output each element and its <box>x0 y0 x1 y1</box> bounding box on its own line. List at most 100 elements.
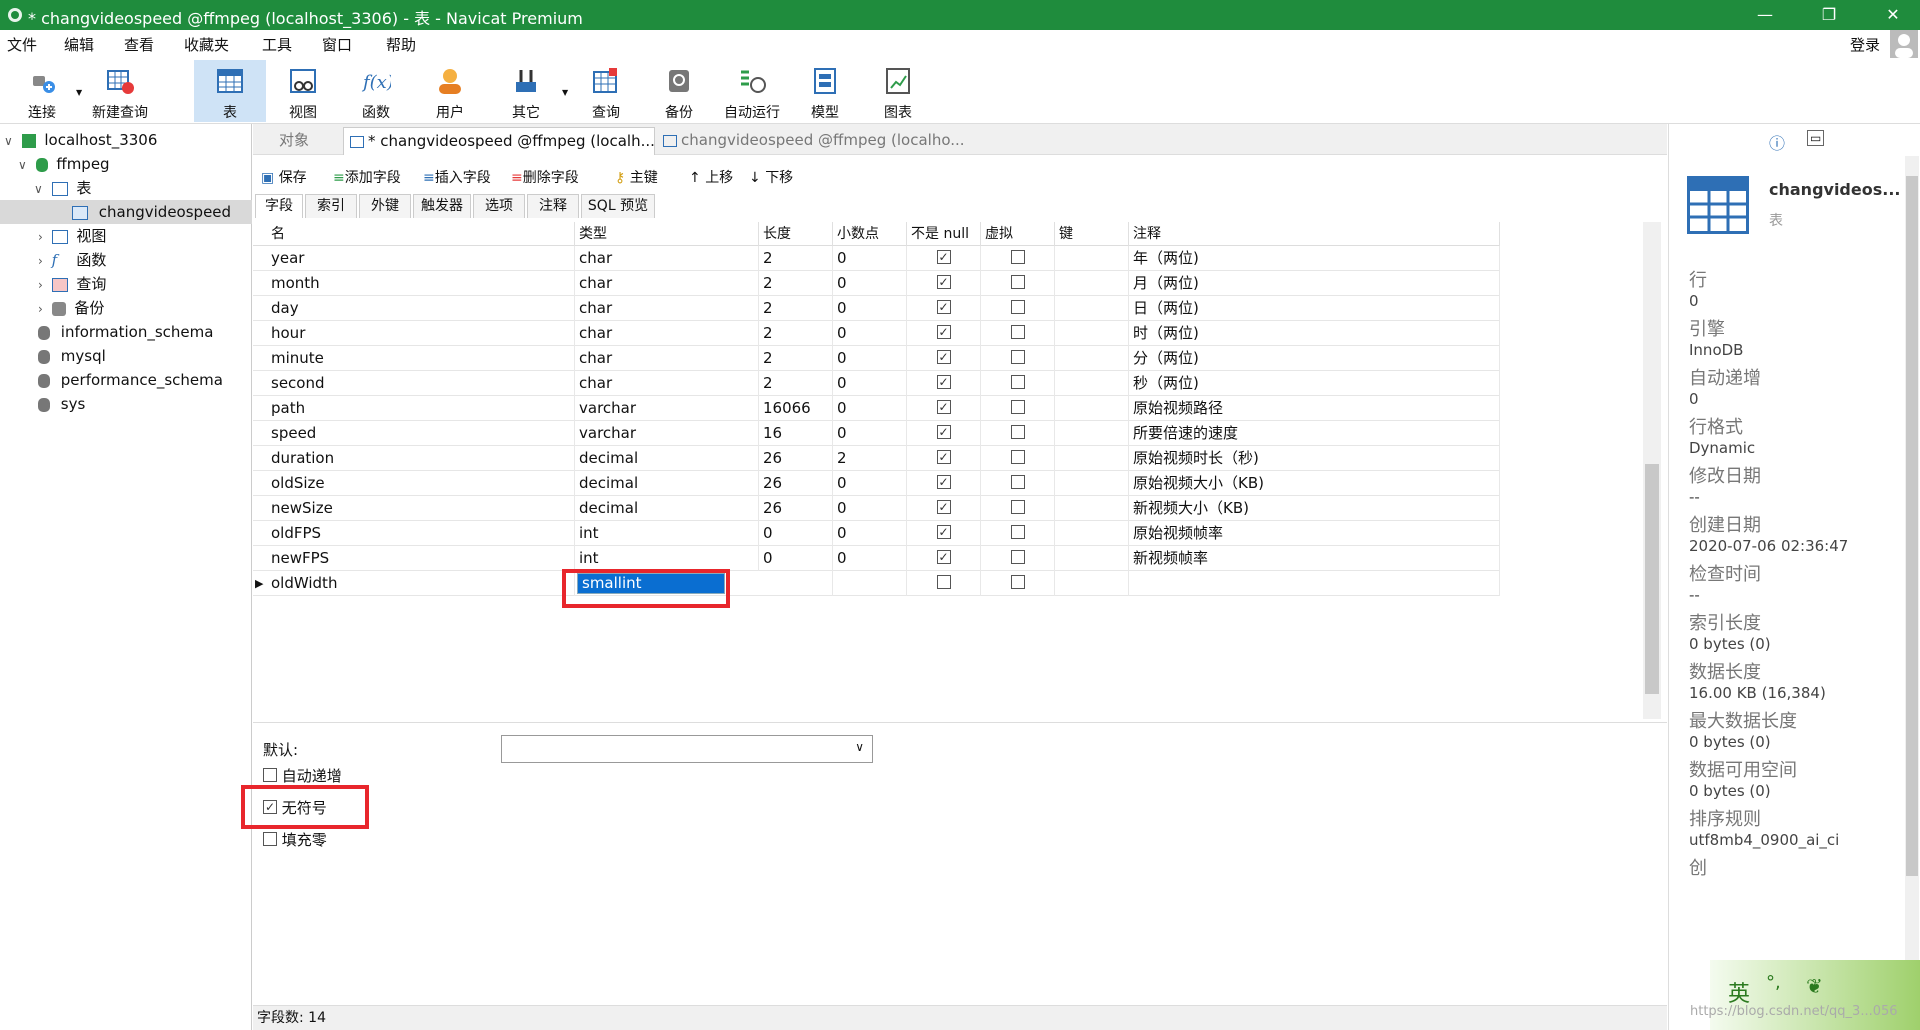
cell-decimals[interactable] <box>833 571 907 596</box>
cell-virtual[interactable] <box>981 546 1055 571</box>
cell-virtual[interactable] <box>981 571 1055 596</box>
cell-decimals[interactable]: 0 <box>833 246 907 271</box>
cell-not-null[interactable]: ✓ <box>907 246 981 271</box>
cell-decimals[interactable]: 0 <box>833 321 907 346</box>
tree-tables-group[interactable]: ∨ 表 <box>34 176 250 200</box>
cell-comment[interactable]: 原始视频时长（秒) <box>1129 446 1500 471</box>
cell-type[interactable]: char <box>575 271 759 296</box>
cell-key[interactable] <box>1055 471 1129 496</box>
table-row[interactable]: newFPS int 0 0 ✓ 新视频帧率 <box>253 546 1500 571</box>
tree-db-sys[interactable]: sys <box>38 392 250 416</box>
backup-button[interactable]: 备份 <box>643 60 715 122</box>
col-length[interactable]: 长度 <box>759 222 833 246</box>
table-row[interactable]: day char 2 0 ✓ 日（两位) <box>253 296 1500 321</box>
cell-virtual[interactable] <box>981 471 1055 496</box>
chevron-down-icon[interactable]: ▼ <box>562 88 568 97</box>
col-comment[interactable]: 注释 <box>1129 222 1500 246</box>
move-down-button[interactable]: ↓ 下移 <box>749 167 793 187</box>
cell-length[interactable]: 26 <box>759 446 833 471</box>
cell-comment[interactable]: 新视频大小（KB) <box>1129 496 1500 521</box>
cell-virtual[interactable] <box>981 396 1055 421</box>
cell-name[interactable]: year <box>267 246 575 271</box>
tree-connection[interactable]: ∨ localhost_3306 <box>4 128 250 152</box>
tree-database[interactable]: ∨ ffmpeg <box>18 152 250 176</box>
table-row[interactable]: newSize decimal 26 0 ✓ 新视频大小（KB) <box>253 496 1500 521</box>
cell-length[interactable]: 0 <box>759 546 833 571</box>
save-button[interactable]: ▣ 保存 <box>261 167 307 187</box>
cell-key[interactable] <box>1055 346 1129 371</box>
connect-button[interactable]: 连接 <box>6 60 78 122</box>
cell-name[interactable]: oldSize <box>267 471 575 496</box>
auto-increment-checkbox[interactable]: 自动递增 <box>263 765 342 786</box>
cell-type[interactable]: decimal <box>575 471 759 496</box>
cell-name[interactable]: newFPS <box>267 546 575 571</box>
user-button[interactable]: 用户 <box>414 60 486 122</box>
ddl-icon[interactable]: ▭ <box>1807 130 1825 146</box>
col-name[interactable]: 名 <box>267 222 575 246</box>
cell-length[interactable]: 2 <box>759 246 833 271</box>
cell-name[interactable]: second <box>267 371 575 396</box>
chevron-right-icon[interactable]: › <box>38 278 43 292</box>
table-row[interactable]: minute char 2 0 ✓ 分（两位) <box>253 346 1500 371</box>
cell-virtual[interactable] <box>981 421 1055 446</box>
cell-type[interactable]: varchar <box>575 421 759 446</box>
model-button[interactable]: 模型 <box>789 60 861 122</box>
cell-key[interactable] <box>1055 496 1129 521</box>
cell-key[interactable] <box>1055 521 1129 546</box>
table-row[interactable]: path varchar 16066 0 ✓ 原始视频路径 <box>253 396 1500 421</box>
cell-virtual[interactable] <box>981 521 1055 546</box>
cell-virtual[interactable] <box>981 296 1055 321</box>
subtab-options[interactable]: 选项 <box>473 194 525 218</box>
subtab-foreign-keys[interactable]: 外键 <box>359 194 411 218</box>
cell-type[interactable]: decimal <box>575 446 759 471</box>
view-button[interactable]: 视图 <box>267 60 339 122</box>
tree-table-changvideospeed[interactable]: changvideospeed <box>0 200 252 224</box>
cell-name[interactable]: duration <box>267 446 575 471</box>
table-row[interactable]: month char 2 0 ✓ 月（两位) <box>253 271 1500 296</box>
cell-key[interactable] <box>1055 421 1129 446</box>
col-type[interactable]: 类型 <box>575 222 759 246</box>
cell-length[interactable]: 26 <box>759 496 833 521</box>
cell-decimals[interactable]: 0 <box>833 271 907 296</box>
cell-decimals[interactable]: 0 <box>833 396 907 421</box>
cell-length[interactable]: 0 <box>759 521 833 546</box>
cell-virtual[interactable] <box>981 446 1055 471</box>
tab-table-design-active[interactable]: * changvideospeed @ffmpeg (localh... <box>343 127 655 155</box>
cell-decimals[interactable]: 0 <box>833 471 907 496</box>
tree-db-mysql[interactable]: mysql <box>38 344 250 368</box>
cell-decimals[interactable]: 0 <box>833 296 907 321</box>
cell-virtual[interactable] <box>981 346 1055 371</box>
move-up-button[interactable]: ↑ 上移 <box>689 167 733 187</box>
maximize-button[interactable]: ❐ <box>1806 0 1852 30</box>
cell-type[interactable]: varchar <box>575 396 759 421</box>
table-row[interactable]: second char 2 0 ✓ 秒（两位) <box>253 371 1500 396</box>
cell-comment[interactable]: 日（两位) <box>1129 296 1500 321</box>
cell-length[interactable]: 2 <box>759 271 833 296</box>
cell-length[interactable] <box>759 571 833 596</box>
menu-favorites[interactable]: 收藏夹 <box>184 34 229 55</box>
cell-key[interactable] <box>1055 396 1129 421</box>
cell-decimals[interactable]: 0 <box>833 521 907 546</box>
subtab-fields[interactable]: 字段 <box>255 194 303 218</box>
cell-type[interactable]: int <box>575 521 759 546</box>
primary-key-button[interactable]: ⚷ 主键 <box>615 167 658 187</box>
cell-not-null[interactable]: ✓ <box>907 496 981 521</box>
cell-length[interactable]: 16066 <box>759 396 833 421</box>
other-button[interactable]: 其它 <box>490 60 562 122</box>
menu-edit[interactable]: 编辑 <box>64 34 94 55</box>
cell-not-null[interactable]: ✓ <box>907 371 981 396</box>
cell-name[interactable]: newSize <box>267 496 575 521</box>
cell-not-null[interactable]: ✓ <box>907 471 981 496</box>
delete-field-button[interactable]: ≡删除字段 <box>511 167 579 187</box>
chevron-down-icon[interactable]: ▼ <box>76 88 82 97</box>
tree-backups[interactable]: › 备份 <box>38 296 250 320</box>
cell-name[interactable]: hour <box>267 321 575 346</box>
chevron-down-icon[interactable]: ∨ <box>34 182 43 196</box>
table-row[interactable]: speed varchar 16 0 ✓ 所要倍速的速度 <box>253 421 1500 446</box>
table-row[interactable]: duration decimal 26 2 ✓ 原始视频时长（秒) <box>253 446 1500 471</box>
cell-length[interactable]: 16 <box>759 421 833 446</box>
menu-view[interactable]: 查看 <box>124 34 154 55</box>
cell-not-null[interactable]: ✓ <box>907 421 981 446</box>
cell-name[interactable]: path <box>267 396 575 421</box>
chevron-down-icon[interactable]: ∨ <box>4 134 13 148</box>
